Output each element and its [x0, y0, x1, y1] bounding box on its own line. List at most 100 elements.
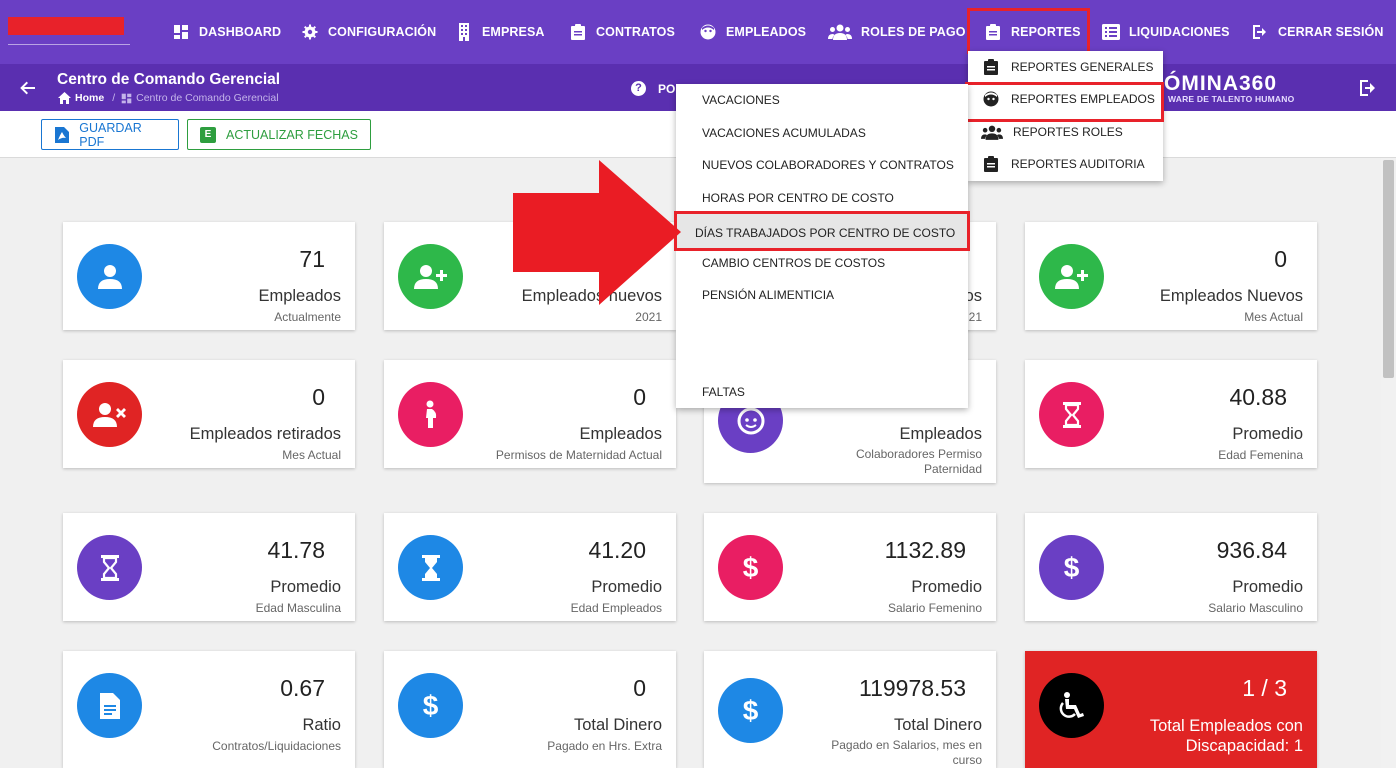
submenu-cambio-centros[interactable]: CAMBIO CENTROS DE COSTOS [702, 256, 885, 270]
card-label: Empleados Nuevos [1159, 287, 1303, 305]
dashboard-icon [121, 93, 132, 103]
menu-item-label: REPORTES AUDITORIA [1011, 157, 1145, 171]
card-sub: Salario Masculino [1208, 601, 1303, 615]
breadcrumb-current: Centro de Comando Gerencial [136, 92, 279, 104]
dollar-icon: $ [398, 673, 463, 738]
card-label: Ratio [302, 716, 341, 734]
card-value: 0.67 [280, 675, 325, 701]
card-sub: 21 [968, 310, 982, 324]
scrollbar-thumb[interactable] [1383, 160, 1394, 378]
dollar-icon: $ [718, 678, 783, 743]
card-label: Total Dinero [893, 716, 982, 734]
submenu-horas-centro-costo[interactable]: HORAS POR CENTRO DE COSTO [702, 191, 894, 205]
menu-reportes-auditoria[interactable]: REPORTES AUDITORIA [968, 149, 1163, 179]
card-sub: 2021 [635, 310, 662, 324]
nav-dashboard[interactable]: DASHBOARD [171, 0, 281, 64]
nav-label: DASHBOARD [199, 25, 282, 39]
card-label: Promedio [1232, 578, 1303, 596]
submenu-nuevos-colaboradores[interactable]: NUEVOS COLABORADORES Y CONTRATOS [702, 158, 954, 172]
update-dates-button[interactable]: E ACTUALIZAR FECHAS [187, 119, 371, 150]
card-sub: Pagado en Hrs. Extra [547, 739, 662, 753]
nav-configuracion[interactable]: CONFIGURACIÓN [300, 0, 436, 64]
document-icon [77, 673, 142, 738]
card-sub: Edad Empleados [570, 601, 662, 615]
submenu-faltas[interactable]: FALTAS [702, 385, 745, 399]
stat-card: 71 Empleados Actualmente [63, 222, 355, 330]
card-value: 0 [312, 384, 325, 410]
brand-tagline: WARE DE TALENTO HUMANO [1168, 94, 1295, 104]
card-sub: Contratos/Liquidaciones [212, 739, 341, 753]
nav-label: CONFIGURACIÓN [328, 25, 437, 39]
person-icon [77, 244, 142, 309]
card-value: 0 [633, 675, 646, 701]
stat-card: $ 1132.89 Promedio Salario Femenino [704, 513, 996, 621]
clipboard-icon [983, 156, 999, 172]
clipboard-icon [568, 22, 588, 42]
back-arrow-icon[interactable] [18, 78, 38, 98]
card-label: Empleados [899, 425, 982, 443]
card-sub: Mes Actual [1244, 310, 1303, 324]
logout-icon [1250, 22, 1270, 42]
page-title: Centro de Comando Gerencial [57, 71, 281, 88]
submenu-vacaciones-acumuladas[interactable]: VACACIONES ACUMULADAS [702, 126, 866, 140]
stat-card: 0 Empleados retirados Mes Actual [63, 360, 355, 468]
person-remove-icon [77, 382, 142, 447]
help-icon[interactable]: ? [631, 81, 646, 96]
menu-item-label: REPORTES GENERALES [1011, 60, 1154, 74]
card-sub: Colaboradores Permiso Paternidad [855, 447, 982, 476]
nav-label: ROLES DE PAGO [861, 25, 966, 39]
reportes-highlight-box [967, 8, 1090, 54]
stat-card: 0.67 Ratio Contratos/Liquidaciones [63, 651, 355, 768]
card-value: 1132.89 [884, 537, 966, 563]
person-add-icon [1039, 244, 1104, 309]
card-value: 41.78 [267, 537, 325, 563]
card-label: Empleados [579, 425, 662, 443]
menu-item-label: REPORTES ROLES [1013, 125, 1123, 139]
people-icon [827, 22, 853, 42]
card-label: Promedio [1232, 425, 1303, 443]
breadcrumb: Home / Centro de Comando Gerencial [58, 92, 279, 104]
stat-card: 41.78 Promedio Edad Masculina [63, 513, 355, 621]
exit-icon[interactable] [1358, 78, 1378, 98]
top-navbar: DASHBOARD CONFIGURACIÓN EMPRESA CONTRATO… [0, 0, 1396, 64]
pregnant-icon [398, 382, 463, 447]
card-value: 1 / 3 [1242, 675, 1287, 701]
stat-card-disability: 1 / 3 Total Empleados con Discapacidad: … [1025, 651, 1317, 768]
logo-divider [8, 44, 130, 45]
card-sub: Actualmente [274, 310, 341, 324]
nav-cerrar-sesion[interactable]: CERRAR SESIÓN [1250, 0, 1383, 64]
card-sub: Salario Femenino [887, 601, 982, 615]
nav-contratos[interactable]: CONTRATOS [568, 0, 675, 64]
card-label: Total Empleados con Discapacidad: 1 [1149, 717, 1303, 755]
card-value: 119978.53 [858, 675, 966, 701]
nav-empresa[interactable]: EMPRESA [454, 0, 545, 64]
help-label[interactable]: PO [658, 82, 675, 96]
nav-roles-de-pago[interactable]: ROLES DE PAGO [827, 0, 966, 64]
excel-icon: E [200, 126, 216, 143]
person-add-icon [398, 244, 463, 309]
breadcrumb-home[interactable]: Home [75, 92, 104, 104]
hourglass-icon [1039, 382, 1104, 447]
hourglass-icon [77, 535, 142, 600]
red-arrow-annotation [513, 160, 681, 305]
save-pdf-button[interactable]: GUARDAR PDF [41, 119, 179, 150]
nav-empleados[interactable]: EMPLEADOS [698, 0, 806, 64]
card-label: Empleados [258, 287, 341, 305]
nav-label: EMPLEADOS [726, 25, 807, 39]
submenu-pension-alimenticia[interactable]: PENSIÓN ALIMENTICIA [702, 288, 834, 302]
brand-logo: ÓMINA360 [1164, 72, 1278, 95]
dollar-icon: $ [718, 535, 783, 600]
nav-label: LIQUIDACIONES [1129, 25, 1230, 39]
stat-card: $ 936.84 Promedio Salario Masculino [1025, 513, 1317, 621]
stat-card: $ 0 Total Dinero Pagado en Hrs. Extra [384, 651, 676, 768]
wheelchair-icon [1039, 673, 1104, 738]
menu-reportes-generales[interactable]: REPORTES GENERALES [968, 52, 1163, 82]
stat-card: 40.88 Promedio Edad Femenina [1025, 360, 1317, 468]
logo[interactable] [8, 17, 124, 35]
card-sub: Permisos de Maternidad Actual [495, 448, 662, 462]
card-value: 0 [633, 384, 646, 410]
stat-card: 0 Empleados Permisos de Maternidad Actua… [384, 360, 676, 468]
submenu-vacaciones[interactable]: VACACIONES [702, 93, 780, 107]
clipboard-icon [983, 59, 999, 75]
card-value: 40.88 [1229, 384, 1287, 410]
